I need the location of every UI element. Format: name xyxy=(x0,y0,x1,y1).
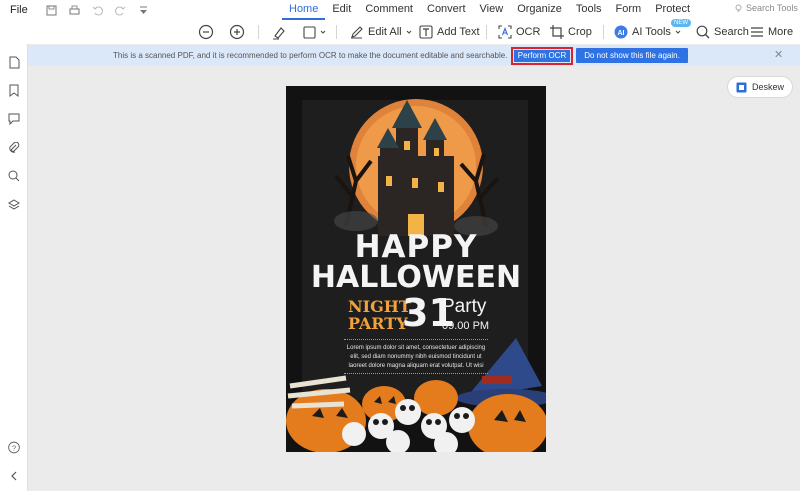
search-icon[interactable] xyxy=(8,170,20,182)
more-button[interactable]: More xyxy=(750,22,793,42)
customize-icon[interactable] xyxy=(138,4,150,16)
close-icon[interactable]: ✕ xyxy=(774,48,783,61)
toolbar-separator xyxy=(486,25,487,39)
undo-icon[interactable] xyxy=(92,4,104,16)
add-text-label: Add Text xyxy=(437,26,480,38)
ai-tools-label: AI Tools xyxy=(632,26,671,38)
chevron-down-icon xyxy=(406,30,411,34)
deskew-label: Deskew xyxy=(751,82,784,92)
file-menu[interactable]: File xyxy=(10,4,28,16)
toolbar-separator xyxy=(603,25,604,39)
pdf-page: HAPPY HALLOWEEN NIGHT PARTY 31 Party 09.… xyxy=(286,86,546,452)
ocr-notice-message: This is a scanned PDF, and it is recomme… xyxy=(113,51,508,60)
help-icon[interactable]: ? xyxy=(8,441,20,453)
bookmark-icon[interactable] xyxy=(8,84,20,97)
poster-body-line: laoreet dolore magna aliquam erat volutp… xyxy=(348,363,484,369)
perform-ocr-button[interactable]: Perform OCR xyxy=(511,47,573,65)
poster-party-right: Party xyxy=(442,296,487,317)
svg-text:AI: AI xyxy=(618,30,625,37)
menu-home[interactable]: Home xyxy=(282,0,326,20)
shape-button[interactable] xyxy=(303,22,326,42)
poster-body-line: elit, sed diam nonummy nibh euismod tinc… xyxy=(350,354,482,360)
more-label: More xyxy=(768,26,794,38)
search-icon xyxy=(696,25,710,39)
ocr-label: OCR xyxy=(516,26,541,38)
zoom-out-icon xyxy=(198,24,214,40)
zoom-in-button[interactable] xyxy=(229,22,245,42)
main-menu: Home Edit Comment Convert View Organize … xyxy=(282,0,697,20)
poster-title-halloween: HALLOWEEN xyxy=(310,260,522,295)
more-icon xyxy=(751,27,763,37)
new-badge: NEW xyxy=(671,19,691,27)
quick-access-toolbar xyxy=(46,4,150,16)
ocr-button[interactable]: OCR xyxy=(498,22,540,42)
perform-ocr-label: Perform OCR xyxy=(514,50,570,62)
add-text-button[interactable]: Add Text xyxy=(419,22,480,42)
page-icon[interactable] xyxy=(8,56,20,68)
deskew-button[interactable]: Deskew xyxy=(727,76,793,98)
poster-time: 09.00 PM xyxy=(442,320,490,332)
menu-edit[interactable]: Edit xyxy=(325,0,358,20)
poster-body-line: Lorem ipsum dolor sit amet, consectetuer… xyxy=(346,345,486,351)
print-icon[interactable] xyxy=(69,4,81,16)
crop-label: Crop xyxy=(568,26,592,38)
menu-form[interactable]: Form xyxy=(609,0,649,20)
svg-text:?: ? xyxy=(12,443,16,452)
attachment-icon[interactable] xyxy=(8,142,20,154)
menu-comment[interactable]: Comment xyxy=(358,0,420,20)
deskew-icon xyxy=(736,82,747,92)
chevron-down-icon xyxy=(675,30,681,34)
lightbulb-icon xyxy=(735,4,742,11)
menu-organize[interactable]: Organize xyxy=(510,0,569,20)
highlighter-icon xyxy=(273,26,285,39)
save-icon[interactable] xyxy=(46,4,58,16)
menu-view[interactable]: View xyxy=(473,0,511,20)
menu-convert[interactable]: Convert xyxy=(420,0,473,20)
text-box-icon xyxy=(419,25,433,39)
crop-button[interactable]: Crop xyxy=(550,22,592,42)
poster-divider xyxy=(344,339,488,340)
menu-tools[interactable]: Tools xyxy=(569,0,609,20)
toolbar-separator xyxy=(258,25,259,39)
menu-bar: File Home Edit Comment Convert View Orga… xyxy=(0,0,800,20)
ocr-icon xyxy=(498,25,512,39)
zoom-out-button[interactable] xyxy=(198,22,214,42)
poster-party-left: PARTY xyxy=(348,314,408,333)
menu-protect[interactable]: Protect xyxy=(648,0,697,20)
pencil-icon xyxy=(351,26,363,39)
dont-show-again-button[interactable]: Do not show this file again. xyxy=(576,48,688,63)
search-button[interactable]: Search xyxy=(696,22,749,42)
rectangle-icon xyxy=(303,25,316,39)
highlight-button[interactable] xyxy=(272,22,287,42)
poster-divider xyxy=(344,373,488,374)
edit-all-label: Edit All xyxy=(368,26,402,38)
chevron-down-icon xyxy=(320,30,326,34)
poster-body-text: Lorem ipsum dolor sit amet, consectetuer… xyxy=(344,344,488,371)
collapse-icon[interactable] xyxy=(8,470,20,482)
search-tools-label: Search Tools xyxy=(746,3,798,13)
zoom-in-icon xyxy=(229,24,245,40)
edit-all-button[interactable]: Edit All xyxy=(350,22,412,42)
ai-icon: AI xyxy=(614,25,628,39)
crop-icon xyxy=(550,25,564,39)
search-tools[interactable]: Search Tools xyxy=(734,3,798,13)
toolbar-separator xyxy=(336,25,337,39)
left-sidebar: ? xyxy=(0,44,28,491)
comment-icon[interactable] xyxy=(8,113,20,125)
layers-icon[interactable] xyxy=(8,199,20,211)
ocr-notice-bar: This is a scanned PDF, and it is recomme… xyxy=(28,45,800,66)
search-label: Search xyxy=(714,26,749,38)
redo-icon[interactable] xyxy=(115,4,127,16)
